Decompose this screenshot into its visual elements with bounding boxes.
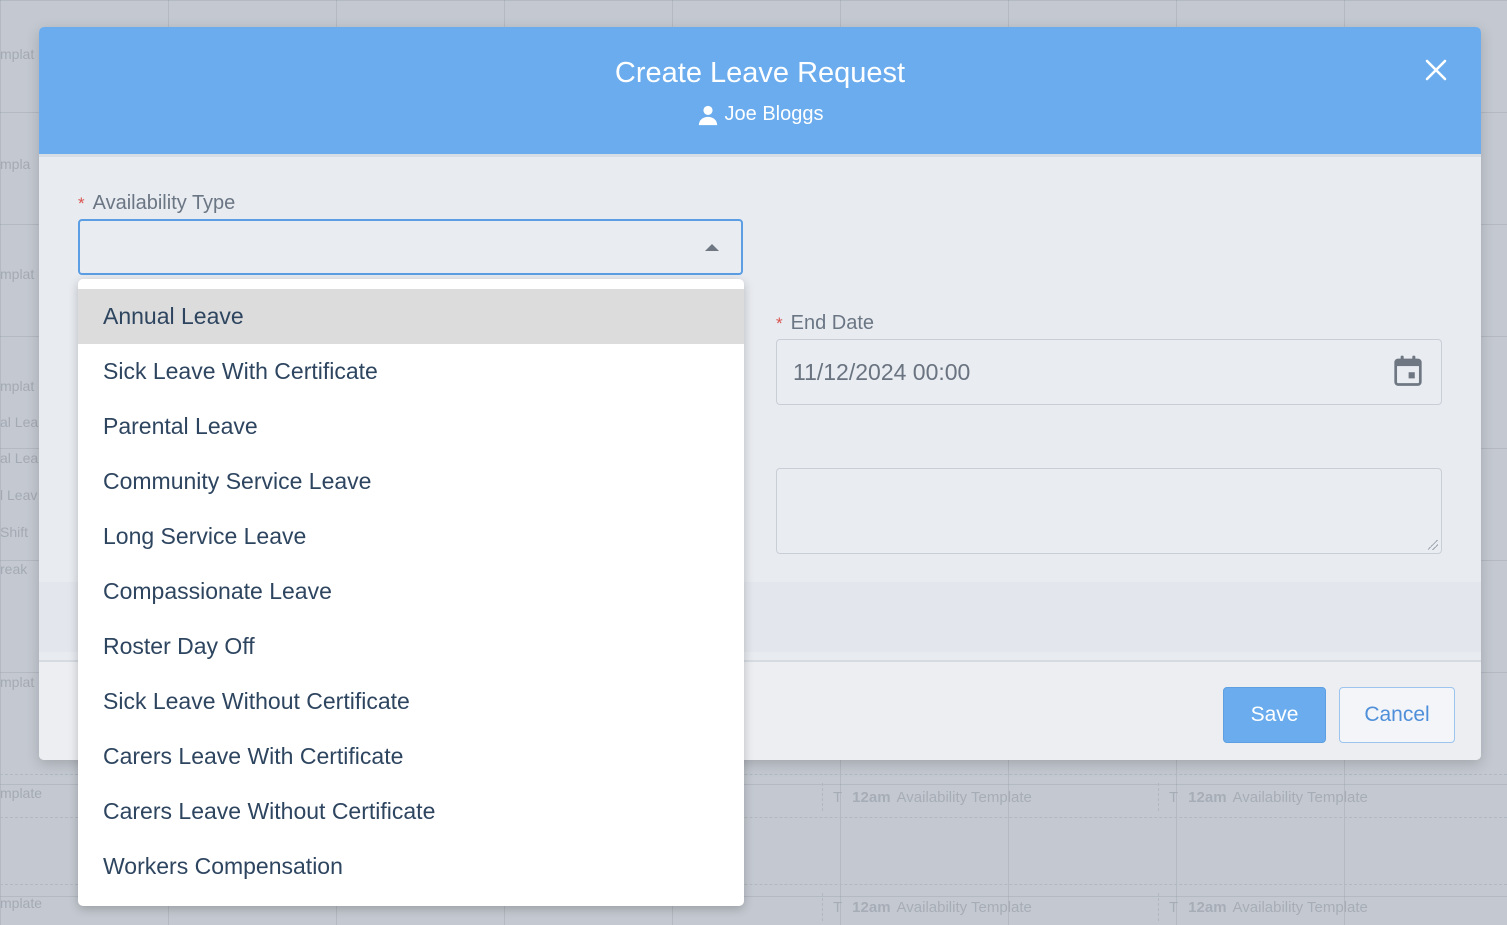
bg-fragment: mplat [0,266,35,282]
close-button[interactable] [1421,55,1451,85]
dropdown-option-workers-compensation[interactable]: Workers Compensation [78,839,744,894]
bg-fragment: mpla [0,156,31,172]
dropdown-option-compassionate-leave[interactable]: Compassionate Leave [78,564,744,619]
availability-type-dropdown: Annual Leave Sick Leave With Certificate… [78,279,744,906]
bg-fragment: mplat [0,674,35,690]
calendar-cell[interactable]: T 12am Availability Template [822,783,1032,811]
bg-fragment: l Leav [0,487,38,503]
dropdown-option-carers-leave-with-certificate[interactable]: Carers Leave With Certificate [78,729,744,784]
bg-fragment: Shift [0,524,29,540]
resize-handle-icon[interactable] [1428,540,1438,550]
user-name: Joe Bloggs [724,103,824,125]
dropdown-option-sick-leave-without-certificate[interactable]: Sick Leave Without Certificate [78,674,744,729]
modal-title: Create Leave Request [614,57,906,89]
dropdown-option-parental-leave[interactable]: Parental Leave [78,399,744,454]
calendar-icon[interactable] [1393,355,1423,387]
cancel-button[interactable]: Cancel [1339,687,1455,743]
required-mark: * [776,314,783,333]
dropdown-option-carers-leave-without-certificate[interactable]: Carers Leave Without Certificate [78,784,744,839]
calendar-cell[interactable]: T 12am Availability Template [822,893,1032,921]
bg-fragment: reak [0,561,28,577]
dropdown-option-sick-leave-with-certificate[interactable]: Sick Leave With Certificate [78,344,744,399]
calendar-cell[interactable]: T 12am Availability Template [1158,783,1368,811]
bg-fragment: al Lea [0,414,39,430]
modal-subtitle: Joe Bloggs [39,103,1481,126]
calendar-cell[interactable]: T 12am Availability Template [1158,893,1368,921]
end-date-label: * End Date [776,312,875,334]
dropdown-option-community-service-leave[interactable]: Community Service Leave [78,454,744,509]
dropdown-option-long-service-leave[interactable]: Long Service Leave [78,509,744,564]
availability-type-label: * Availability Type [78,192,236,214]
bg-fragment: mplat [0,46,35,62]
end-date-input[interactable]: 11/12/2024 00:00 [776,339,1442,405]
caret-up-icon [705,244,719,251]
close-icon [1425,59,1447,81]
user-icon [698,105,717,125]
required-mark: * [78,194,85,213]
dropdown-option-annual-leave[interactable]: Annual Leave [78,289,744,344]
end-date-value: 11/12/2024 00:00 [793,359,971,385]
notes-textarea[interactable] [776,468,1442,554]
save-button[interactable]: Save [1223,687,1326,743]
bg-fragment: al Lea [0,450,39,466]
bg-fragment: mplat [0,378,35,394]
dropdown-option-roster-day-off[interactable]: Roster Day Off [78,619,744,674]
availability-type-select[interactable] [78,219,743,275]
modal-header: Create Leave Request Joe Bloggs [39,27,1481,157]
